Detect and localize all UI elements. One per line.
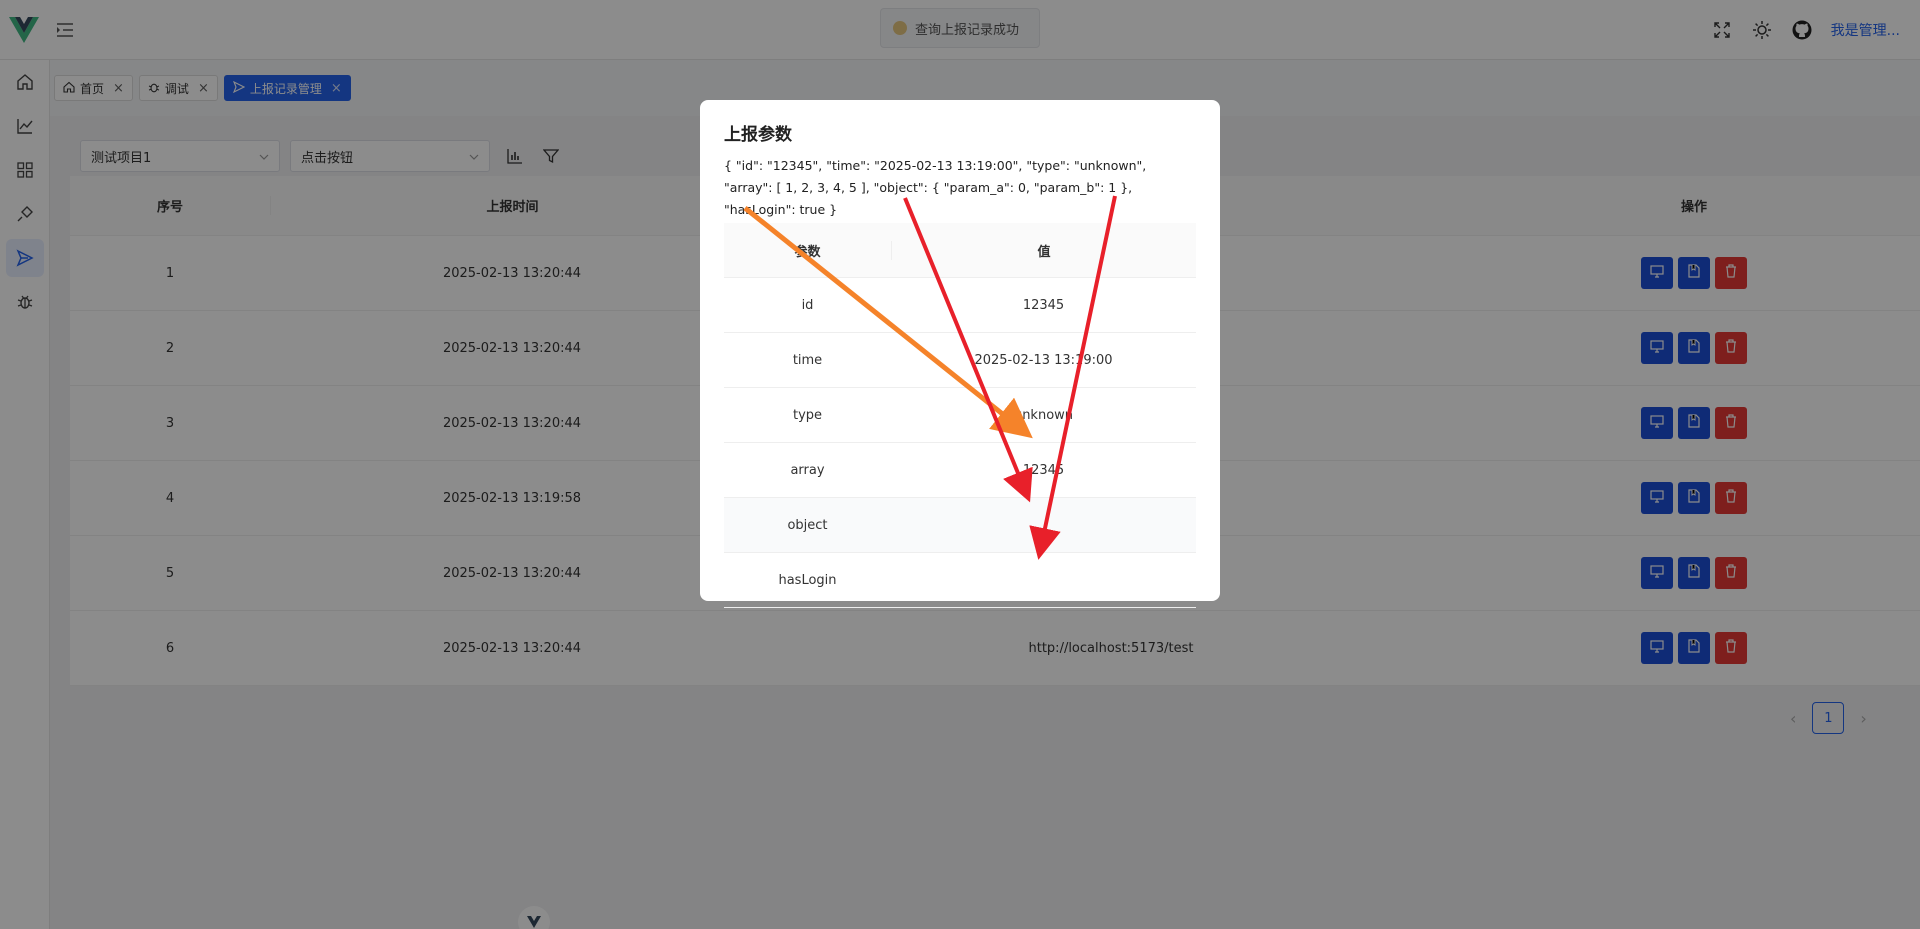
param-key: array xyxy=(790,462,825,478)
report-params-modal: 上报参数 { "id": "12345", "time": "2025-02-1… xyxy=(700,100,1220,608)
col-header-param: 参数 xyxy=(794,244,821,260)
params-table-header: 参数 值 xyxy=(724,223,1196,278)
param-row: time 2025-02-13 13:19:00 xyxy=(724,333,1196,388)
param-value: 2025-02-13 13:19:00 xyxy=(974,352,1113,368)
param-value: 12345 xyxy=(1022,297,1065,313)
param-row: object xyxy=(724,498,1196,553)
param-value: unknown xyxy=(1013,407,1074,423)
param-key: id xyxy=(801,297,814,313)
param-value: 12345 xyxy=(1022,462,1065,478)
param-row: type unknown xyxy=(724,388,1196,443)
col-header-value: 值 xyxy=(891,240,1196,260)
modal-title: 上报参数 xyxy=(724,125,792,145)
param-key: type xyxy=(792,407,823,423)
params-table: 参数 值 id 12345 time 2025-02-13 13:19:00 type u… xyxy=(724,223,1196,608)
param-key: time xyxy=(792,352,823,368)
params-json-text: { "id": "12345", "time": "2025-02-13 13:… xyxy=(724,158,1147,217)
param-row: id 12345 xyxy=(724,278,1196,333)
param-key: hasLogin xyxy=(778,572,837,588)
param-row: hasLogin xyxy=(724,553,1196,608)
param-key: object xyxy=(787,517,828,533)
param-row: array 12345 xyxy=(724,443,1196,498)
